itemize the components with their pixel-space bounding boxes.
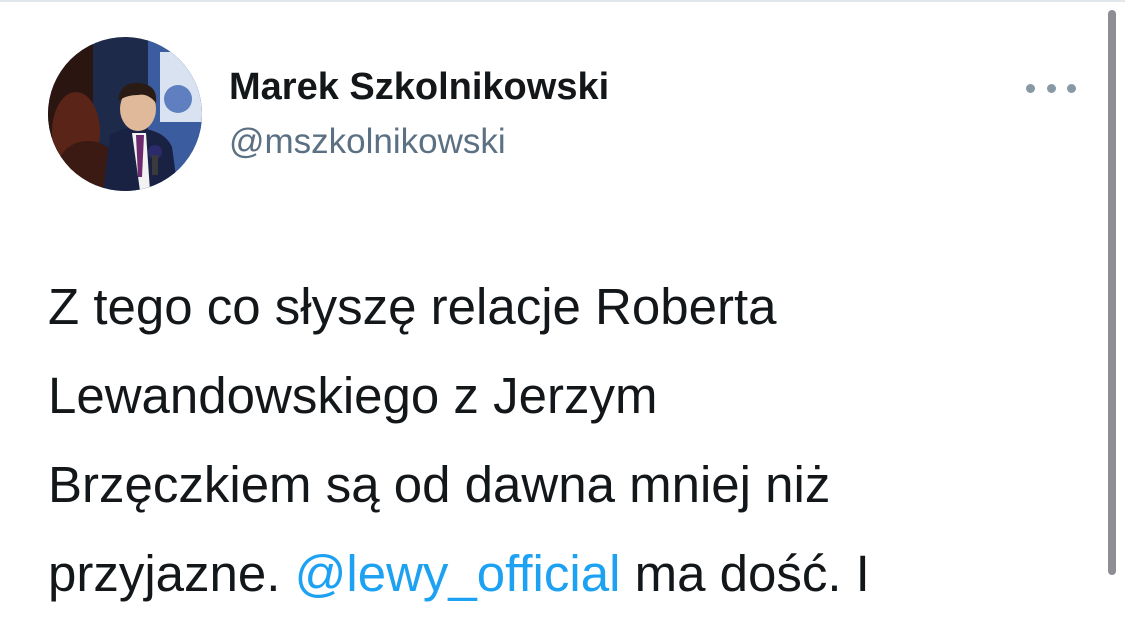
divider <box>0 0 1125 2</box>
mention-link[interactable]: @lewy_official <box>295 545 621 602</box>
tweet-text-line: Z tego co słyszę relacje Roberta <box>48 278 777 335</box>
tweet-text-line: Brzęczkiem są od dawna mniej niż <box>48 456 831 513</box>
more-options-button[interactable] <box>1026 74 1076 102</box>
author-handle[interactable]: @mszkolnikowski <box>229 122 506 162</box>
tweet-text-line: Lewandowskiego z Jerzym <box>48 367 658 424</box>
profile-photo-image <box>48 37 202 191</box>
more-dot-icon <box>1046 83 1056 93</box>
tweet-text: Z tego co słyszę relacje Roberta Lewando… <box>48 262 1088 618</box>
tweet-text-segment: przyjazne. <box>48 545 295 602</box>
more-dot-icon <box>1067 83 1076 93</box>
more-dot-icon <box>1026 83 1035 93</box>
tweet-text-segment: ma dość. I <box>620 545 870 602</box>
tweet-text-line: przyjazne. @lewy_official ma dość. I <box>48 529 1088 618</box>
scrollbar[interactable] <box>1108 10 1116 575</box>
avatar[interactable] <box>48 37 202 191</box>
tweet-card: Marek Szkolnikowski @mszkolnikowski Z te… <box>0 0 1125 640</box>
author-name[interactable]: Marek Szkolnikowski <box>229 66 609 109</box>
